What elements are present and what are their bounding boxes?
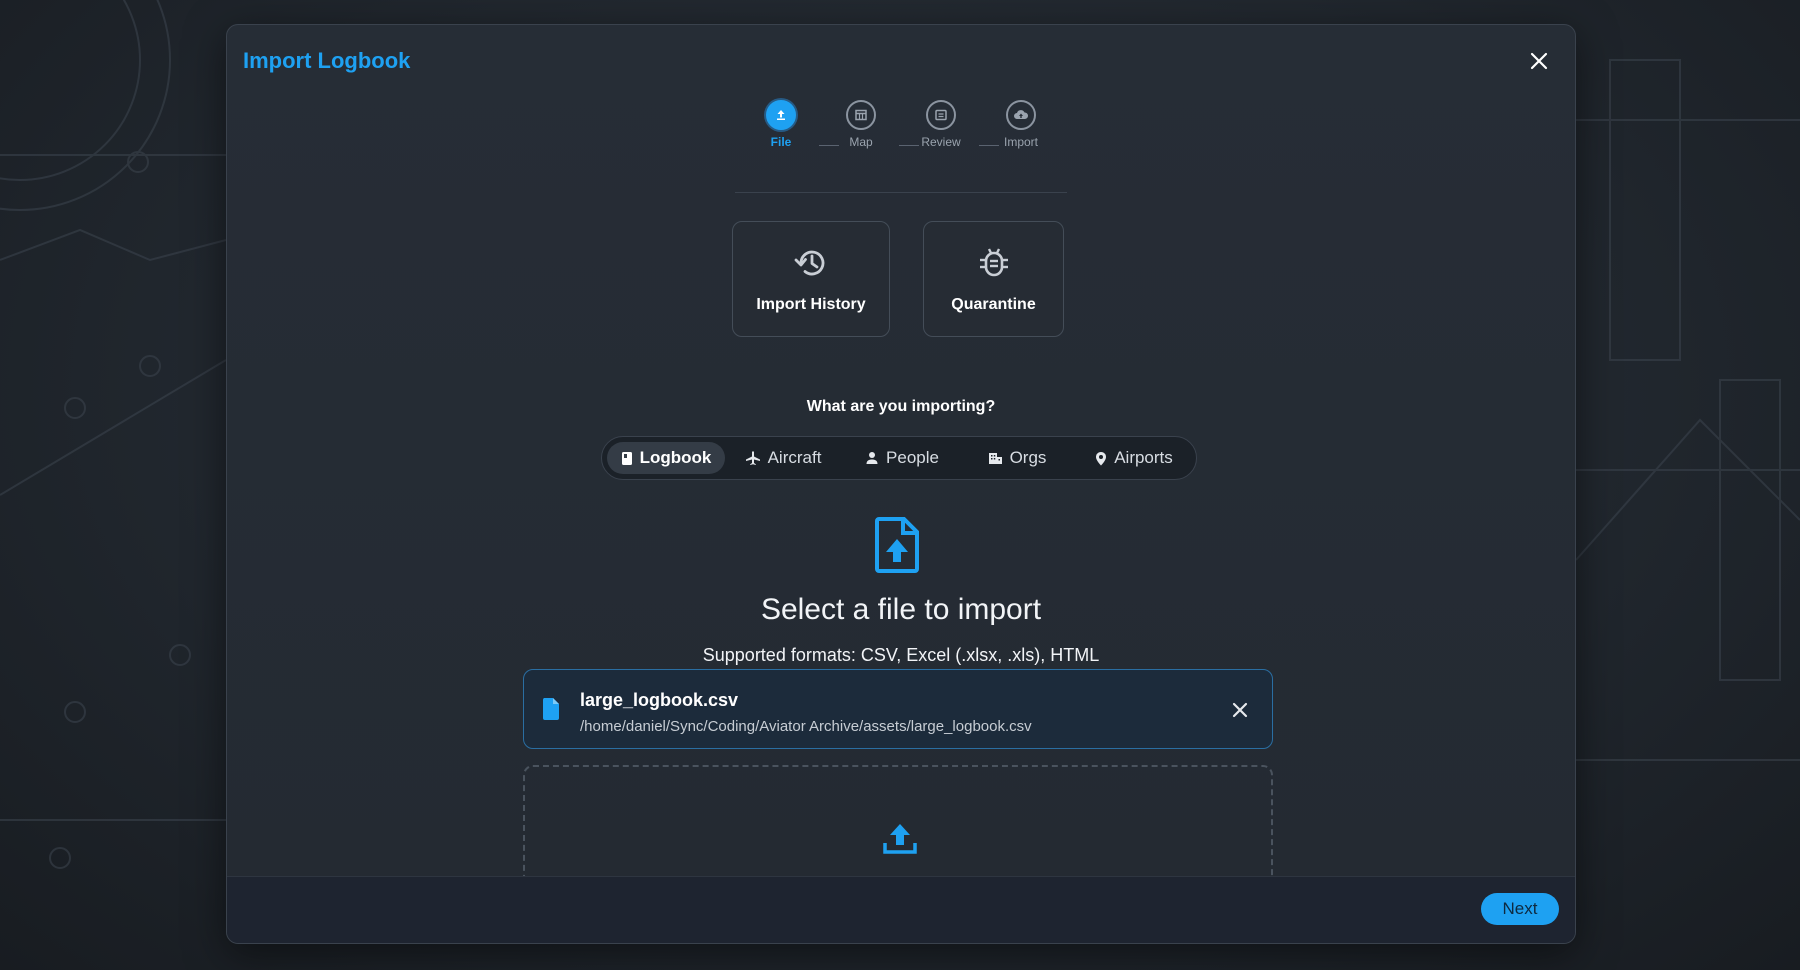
quarantine-label: Quarantine	[951, 296, 1036, 313]
import-history-button[interactable]: Import History	[732, 221, 890, 337]
step-import[interactable]: Import	[991, 100, 1051, 149]
selected-file-name: large_logbook.csv	[580, 690, 739, 710]
import-type-aircraft-label: Aircraft	[767, 448, 822, 467]
import-type-logbook[interactable]: Logbook	[607, 442, 725, 474]
step-review[interactable]: Review	[911, 100, 971, 149]
import-type-orgs-label: Orgs	[1009, 448, 1047, 467]
close-icon	[1530, 52, 1548, 70]
import-type-logbook-label: Logbook	[639, 448, 712, 467]
book-icon	[621, 451, 632, 465]
cloud-upload-icon	[1014, 110, 1029, 119]
dialog-footer: Next	[227, 876, 1575, 943]
step-review-label: Review	[921, 135, 961, 149]
quarantine-button[interactable]: Quarantine	[923, 221, 1064, 337]
import-type-people-label: People	[886, 448, 939, 467]
step-file[interactable]: File	[751, 100, 811, 149]
next-button[interactable]: Next	[1481, 893, 1559, 925]
location-pin-icon	[1096, 451, 1107, 465]
dialog-title: Import Logbook	[243, 48, 411, 73]
file-upload-icon	[875, 517, 919, 573]
import-dialog: Import Logbook File Map Review Import Im…	[226, 24, 1576, 944]
document-icon	[542, 698, 559, 720]
review-icon	[935, 109, 947, 121]
import-type-aircraft[interactable]: Aircraft	[727, 442, 839, 474]
close-button[interactable]	[1523, 45, 1555, 77]
selected-file-card: large_logbook.csv /home/daniel/Sync/Codi…	[523, 669, 1273, 749]
upload-icon	[777, 110, 785, 120]
close-icon	[1232, 702, 1248, 718]
import-history-label: Import History	[756, 296, 866, 313]
import-type-orgs[interactable]: Orgs	[964, 442, 1070, 474]
import-type-airports-label: Airports	[1114, 448, 1173, 467]
step-map-label: Map	[849, 135, 873, 149]
select-file-title: Select a file to import	[760, 593, 1042, 626]
selected-file-path: /home/daniel/Sync/Coding/Aviator Archive…	[580, 718, 1032, 735]
building-icon	[988, 453, 1002, 464]
upload-arrow-icon	[883, 824, 917, 854]
import-type-selector: Logbook Aircraft People Orgs Airports	[601, 436, 1197, 480]
remove-file-button[interactable]	[1224, 694, 1256, 726]
history-icon	[794, 250, 825, 276]
airplane-icon	[745, 451, 760, 465]
supported-formats: Supported formats: CSV, Excel (.xlsx, .x…	[702, 645, 1100, 665]
table-icon	[855, 109, 867, 121]
import-type-people[interactable]: People	[846, 442, 958, 474]
step-import-label: Import	[1003, 135, 1038, 149]
import-stepper: File Map Review Import	[735, 100, 1067, 193]
step-file-label: File	[770, 135, 792, 149]
import-type-question: What are you importing?	[806, 398, 996, 415]
import-type-airports[interactable]: Airports	[1078, 442, 1190, 474]
person-icon	[866, 452, 878, 464]
bug-icon	[979, 248, 1008, 277]
step-map[interactable]: Map	[831, 100, 891, 149]
